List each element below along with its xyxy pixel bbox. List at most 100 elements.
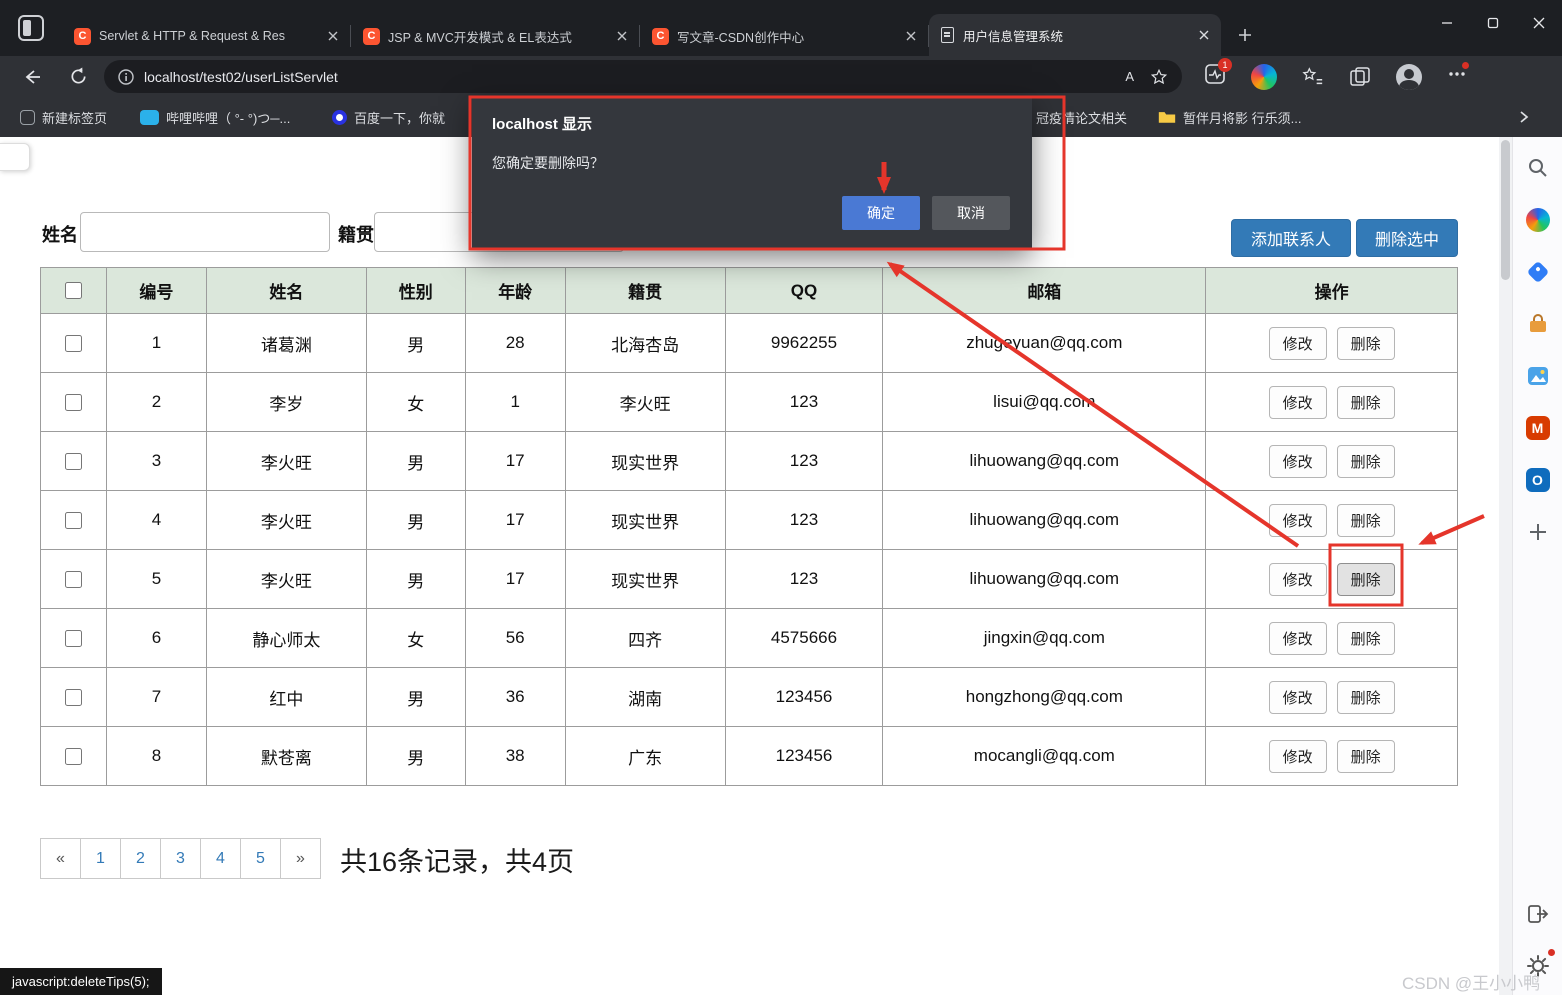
name-filter-input[interactable] [80,212,330,252]
bookmark-folder[interactable]: 暂伴月将影 行乐须... [1158,97,1301,137]
sidebar-add-icon[interactable] [1523,517,1553,547]
cell-hometown: 湖南 [566,668,726,727]
cell-email: mocangli@qq.com [883,727,1206,786]
pagination: « 1 2 3 4 5 » [40,838,321,879]
tab-close-icon[interactable] [613,27,631,45]
modify-button[interactable]: 修改 [1269,386,1327,419]
maximize-icon[interactable] [1470,0,1516,46]
favorite-star-icon[interactable] [1150,68,1168,86]
modify-button[interactable]: 修改 [1269,327,1327,360]
copilot-icon[interactable] [1251,64,1277,90]
header-gender: 性别 [367,268,466,314]
cell-hometown: 北海杏岛 [566,314,726,373]
tab-user-management-active[interactable]: 用户信息管理系统 [929,14,1221,56]
cell-age: 56 [466,609,566,668]
bookmark-label: 百度一下，你就 [354,108,445,127]
close-window-icon[interactable] [1516,0,1562,46]
select-all-checkbox[interactable] [65,282,82,299]
vertical-scrollbar[interactable] [1499,137,1512,995]
row-checkbox[interactable] [65,512,82,529]
row-checkbox[interactable] [65,689,82,706]
modify-button[interactable]: 修改 [1269,681,1327,714]
profile-avatar[interactable] [1396,64,1422,90]
bookmark-bilibili[interactable]: 哔哩哔哩（ °- °)つ─... [140,97,290,137]
bookmark-baidu[interactable]: 百度一下，你就 [332,97,445,137]
row-checkbox[interactable] [65,453,82,470]
sidebar-outlook-icon[interactable]: O [1523,465,1553,495]
tab-jsp-mvc[interactable]: C JSP & MVC开发模式 & EL表达式 [351,16,639,56]
tab-close-icon[interactable] [324,27,342,45]
table-header-row: 编号 姓名 性别 年龄 籍贯 QQ 邮箱 操作 [41,268,1458,314]
tab-close-icon[interactable] [1195,26,1213,44]
scrollbar-thumb[interactable] [1501,140,1510,280]
cancel-button[interactable]: 取消 [932,196,1010,230]
cell-name: 李火旺 [207,550,367,609]
new-tab-icon[interactable] [1231,21,1259,49]
delete-button[interactable]: 删除 [1337,445,1395,478]
cell-id: 7 [107,668,207,727]
browser-essentials-icon[interactable]: 1 [1204,63,1226,90]
sidebar-copilot-icon[interactable] [1523,205,1553,235]
page-5[interactable]: 5 [240,838,281,879]
csdn-favicon: C [74,28,91,45]
modify-button[interactable]: 修改 [1269,740,1327,773]
tab-servlet-http[interactable]: C Servlet & HTTP & Request & Res [62,16,350,56]
table-row: 8 默苍离 男 38 广东 123456 mocangli@qq.com 修改 … [41,727,1458,786]
bookmark-newtab[interactable]: 新建标签页 [20,97,107,137]
delete-button[interactable]: 删除 [1337,327,1395,360]
tab-csdn-editor[interactable]: C 写文章-CSDN创作中心 [640,16,928,56]
modify-button[interactable]: 修改 [1269,445,1327,478]
cell-gender: 男 [367,432,466,491]
minimize-icon[interactable] [1424,0,1470,46]
modify-button[interactable]: 修改 [1269,504,1327,537]
workspaces-icon[interactable] [18,15,44,41]
delete-button[interactable]: 删除 [1337,740,1395,773]
delete-button[interactable]: 删除 [1337,386,1395,419]
modify-button[interactable]: 修改 [1269,622,1327,655]
sidebar-shopping-tag-icon[interactable] [1523,257,1553,287]
page-1[interactable]: 1 [80,838,121,879]
back-icon[interactable] [16,61,48,93]
bookmark-label: 新建标签页 [42,108,107,127]
sidebar-search-icon[interactable] [1523,153,1553,183]
address-bar[interactable]: localhost/test02/userListServlet A [104,60,1182,93]
delete-button-highlighted[interactable]: 删除 [1337,563,1395,596]
folder-icon [1158,110,1176,124]
row-checkbox[interactable] [65,571,82,588]
confirm-button[interactable]: 确定 [842,196,920,230]
table-row: 6 静心师太 女 56 四齐 4575666 jingxin@qq.com 修改… [41,609,1458,668]
row-checkbox[interactable] [65,394,82,411]
read-aloud-icon[interactable]: A [1125,69,1134,84]
row-checkbox[interactable] [65,748,82,765]
page-4[interactable]: 4 [200,838,241,879]
user-table: 编号 姓名 性别 年龄 籍贯 QQ 邮箱 操作 1 诸葛渊 男 28 北海杏岛 … [40,267,1458,786]
browser-menu-icon[interactable] [1447,64,1467,89]
sidebar-m365-icon[interactable]: M [1523,413,1553,443]
cell-id: 4 [107,491,207,550]
page-3[interactable]: 3 [160,838,201,879]
bookmark-papers[interactable]: 冠疫情论文相关 [1036,97,1127,137]
cell-email: zhugeyuan@qq.com [883,314,1206,373]
refresh-icon[interactable] [62,61,94,93]
row-checkbox[interactable] [65,630,82,647]
delete-button[interactable]: 删除 [1337,622,1395,655]
page-prev[interactable]: « [40,838,81,879]
page-next[interactable]: » [280,838,321,879]
tab-close-icon[interactable] [902,27,920,45]
add-contact-button[interactable]: 添加联系人 [1231,219,1351,257]
modify-button[interactable]: 修改 [1269,563,1327,596]
delete-selected-button[interactable]: 删除选中 [1356,219,1458,257]
sidebar-tools-icon[interactable] [1523,309,1553,339]
delete-button[interactable]: 删除 [1337,504,1395,537]
sidebar-image-icon[interactable] [1523,361,1553,391]
collections-icon[interactable] [1349,66,1371,88]
row-checkbox[interactable] [65,335,82,352]
header-age: 年龄 [466,268,566,314]
sidebar-popout-icon[interactable] [1523,899,1553,929]
site-info-icon[interactable] [118,69,134,85]
page-2[interactable]: 2 [120,838,161,879]
favorites-list-icon[interactable] [1302,66,1324,88]
tab-label: 用户信息管理系统 [963,26,1189,45]
delete-button[interactable]: 删除 [1337,681,1395,714]
bookmarks-overflow-icon[interactable] [1518,97,1530,137]
